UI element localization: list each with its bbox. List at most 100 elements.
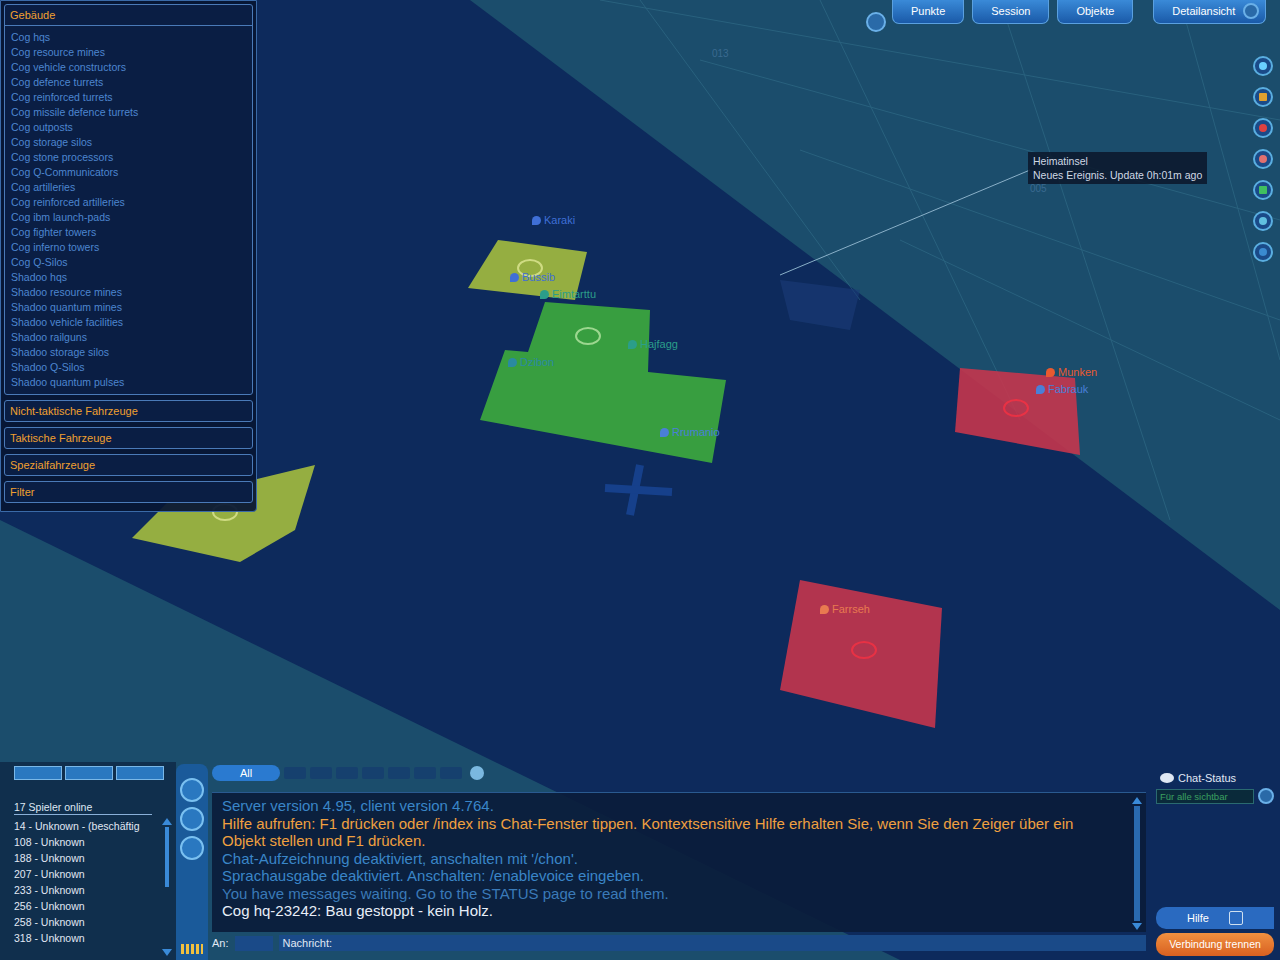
- filter-icon[interactable]: [362, 767, 384, 779]
- filter-icon[interactable]: [284, 767, 306, 779]
- panel-section[interactable]: Spezialfahrzeuge: [4, 454, 253, 476]
- building-item[interactable]: Cog reinforced artilleries: [11, 195, 246, 210]
- building-item[interactable]: Cog fighter towers: [11, 225, 246, 240]
- chat-tab[interactable]: All: [212, 765, 280, 781]
- section-header[interactable]: Nicht-taktische Fahrzeuge: [5, 401, 252, 421]
- player-item[interactable]: 318 - Unknown: [14, 930, 160, 946]
- map-marker[interactable]: Bussib: [510, 271, 555, 283]
- building-item[interactable]: Cog inferno towers: [11, 240, 246, 255]
- map-marker[interactable]: Farrseh: [820, 603, 870, 615]
- panel-section[interactable]: Taktische Fahrzeuge: [4, 427, 253, 449]
- game-screen: 013005KarakiBussibEimtarttuHajfaggDzibon…: [0, 0, 1280, 960]
- map-marker[interactable]: Karaki: [532, 214, 575, 226]
- map-marker[interactable]: Hajfagg: [628, 338, 678, 350]
- settings-icon[interactable]: [1253, 242, 1273, 262]
- building-item[interactable]: Cog vehicle constructors: [11, 60, 246, 75]
- building-item[interactable]: Cog hqs: [11, 30, 246, 45]
- filter-icon[interactable]: [388, 767, 410, 779]
- map-marker[interactable]: Munken: [1046, 366, 1097, 378]
- globe-icon[interactable]: [470, 766, 484, 780]
- building-item[interactable]: Cog Q-Communicators: [11, 165, 246, 180]
- marker-flag-icon: [510, 273, 519, 282]
- section-header[interactable]: Taktische Fahrzeuge: [5, 428, 252, 448]
- building-item[interactable]: Cog missile defence turrets: [11, 105, 246, 120]
- chat-scrollbar[interactable]: [1132, 797, 1142, 930]
- player-item[interactable]: 207 - Unknown: [14, 866, 160, 882]
- player-item[interactable]: 188 - Unknown: [14, 850, 160, 866]
- map-marker[interactable]: Fabrauk: [1036, 383, 1088, 395]
- building-item[interactable]: Shadoo storage silos: [11, 345, 246, 360]
- building-item[interactable]: Cog reinforced turrets: [11, 90, 246, 105]
- top-button[interactable]: Objekte: [1057, 0, 1133, 24]
- panel-section[interactable]: Gebäude Cog hqsCog resource minesCog vehi…: [4, 4, 253, 395]
- move-icon[interactable]: [1253, 56, 1273, 76]
- friends-icon[interactable]: [65, 766, 113, 780]
- map-marker[interactable]: Dzibon: [508, 356, 554, 368]
- clan-icon[interactable]: [116, 766, 164, 780]
- player-item[interactable]: 108 - Unknown: [14, 834, 160, 850]
- visibility-dropdown[interactable]: Für alle sichtbar: [1156, 789, 1254, 804]
- scroll-up-icon[interactable]: [162, 818, 172, 825]
- section-header[interactable]: Spezialfahrzeuge: [5, 455, 252, 475]
- map-tooltip: HeimatinselNeues Ereignis. Update 0h:01m…: [1028, 152, 1207, 184]
- help-button[interactable]: Hilfe: [1156, 907, 1274, 929]
- target-icon[interactable]: [1253, 118, 1273, 138]
- top-button[interactable]: Session: [972, 0, 1049, 24]
- building-item[interactable]: Shadoo quantum mines: [11, 300, 246, 315]
- top-button[interactable]: Punkte: [892, 0, 964, 24]
- panel-section[interactable]: Nicht-taktische Fahrzeuge: [4, 400, 253, 422]
- recipient-field[interactable]: [235, 936, 273, 951]
- building-item[interactable]: Cog resource mines: [11, 45, 246, 60]
- scroll-up-icon[interactable]: [1132, 797, 1142, 804]
- panel-section[interactable]: Filter: [4, 481, 253, 503]
- signal-icon[interactable]: [181, 944, 203, 954]
- chat-message: Server version 4.95, client version 4.76…: [222, 797, 1106, 815]
- dropdown-icon[interactable]: [1258, 788, 1274, 804]
- player-scrollbar[interactable]: [162, 818, 172, 956]
- building-item[interactable]: Shadoo hqs: [11, 270, 246, 285]
- map-tile[interactable]: [780, 580, 942, 728]
- bottom-bar: 17 Spieler online14 - Unknown - (beschäf…: [0, 762, 1280, 960]
- building-item[interactable]: Cog outposts: [11, 120, 246, 135]
- filter-icon[interactable]: [414, 767, 436, 779]
- filter-icon[interactable]: [310, 767, 332, 779]
- person-icon[interactable]: [1253, 211, 1273, 231]
- player-item[interactable]: 233 - Unknown: [14, 882, 160, 898]
- building-item[interactable]: Shadoo quantum pulses: [11, 375, 246, 390]
- chart-icon[interactable]: [866, 12, 886, 32]
- player-item[interactable]: 258 - Unknown: [14, 914, 160, 930]
- grid-icon[interactable]: [1253, 87, 1273, 107]
- unit-icon[interactable]: [1253, 149, 1273, 169]
- section-header[interactable]: Gebäude: [5, 5, 252, 26]
- player-item[interactable]: 256 - Unknown: [14, 898, 160, 914]
- map-marker[interactable]: Rrumanio: [660, 426, 720, 438]
- section-header[interactable]: Filter: [5, 482, 252, 502]
- building-item[interactable]: Cog stone processors: [11, 150, 246, 165]
- group-icon[interactable]: [14, 766, 62, 780]
- building-icon[interactable]: [1253, 180, 1273, 200]
- message-field[interactable]: Nachricht:: [279, 935, 1146, 951]
- building-item[interactable]: Shadoo vehicle facilities: [11, 315, 246, 330]
- scroll-down-icon[interactable]: [162, 949, 172, 956]
- filter-icon[interactable]: [336, 767, 358, 779]
- disconnect-button[interactable]: Verbindung trennen: [1156, 933, 1274, 956]
- map-tile[interactable]: [955, 368, 1080, 455]
- scroll-down-icon[interactable]: [1132, 923, 1142, 930]
- building-item[interactable]: Cog storage silos: [11, 135, 246, 150]
- building-item[interactable]: Cog defence turrets: [11, 75, 246, 90]
- grid-label: 005: [1030, 183, 1047, 194]
- building-item[interactable]: Shadoo resource mines: [11, 285, 246, 300]
- building-item[interactable]: Shadoo railguns: [11, 330, 246, 345]
- group-icon[interactable]: [180, 836, 204, 860]
- person-icon[interactable]: [180, 778, 204, 802]
- building-item[interactable]: Cog artilleries: [11, 180, 246, 195]
- chat-icon[interactable]: [180, 807, 204, 831]
- building-item[interactable]: Shadoo Q-Silos: [11, 360, 246, 375]
- top-button[interactable]: Detailansicht: [1153, 0, 1266, 24]
- map-tile[interactable]: [480, 302, 726, 463]
- filter-icon[interactable]: [440, 767, 462, 779]
- player-item[interactable]: 14 - Unknown - (beschäftig: [14, 818, 160, 834]
- map-marker[interactable]: Eimtarttu: [540, 288, 596, 300]
- building-item[interactable]: Cog Q-Silos: [11, 255, 246, 270]
- building-item[interactable]: Cog ibm launch-pads: [11, 210, 246, 225]
